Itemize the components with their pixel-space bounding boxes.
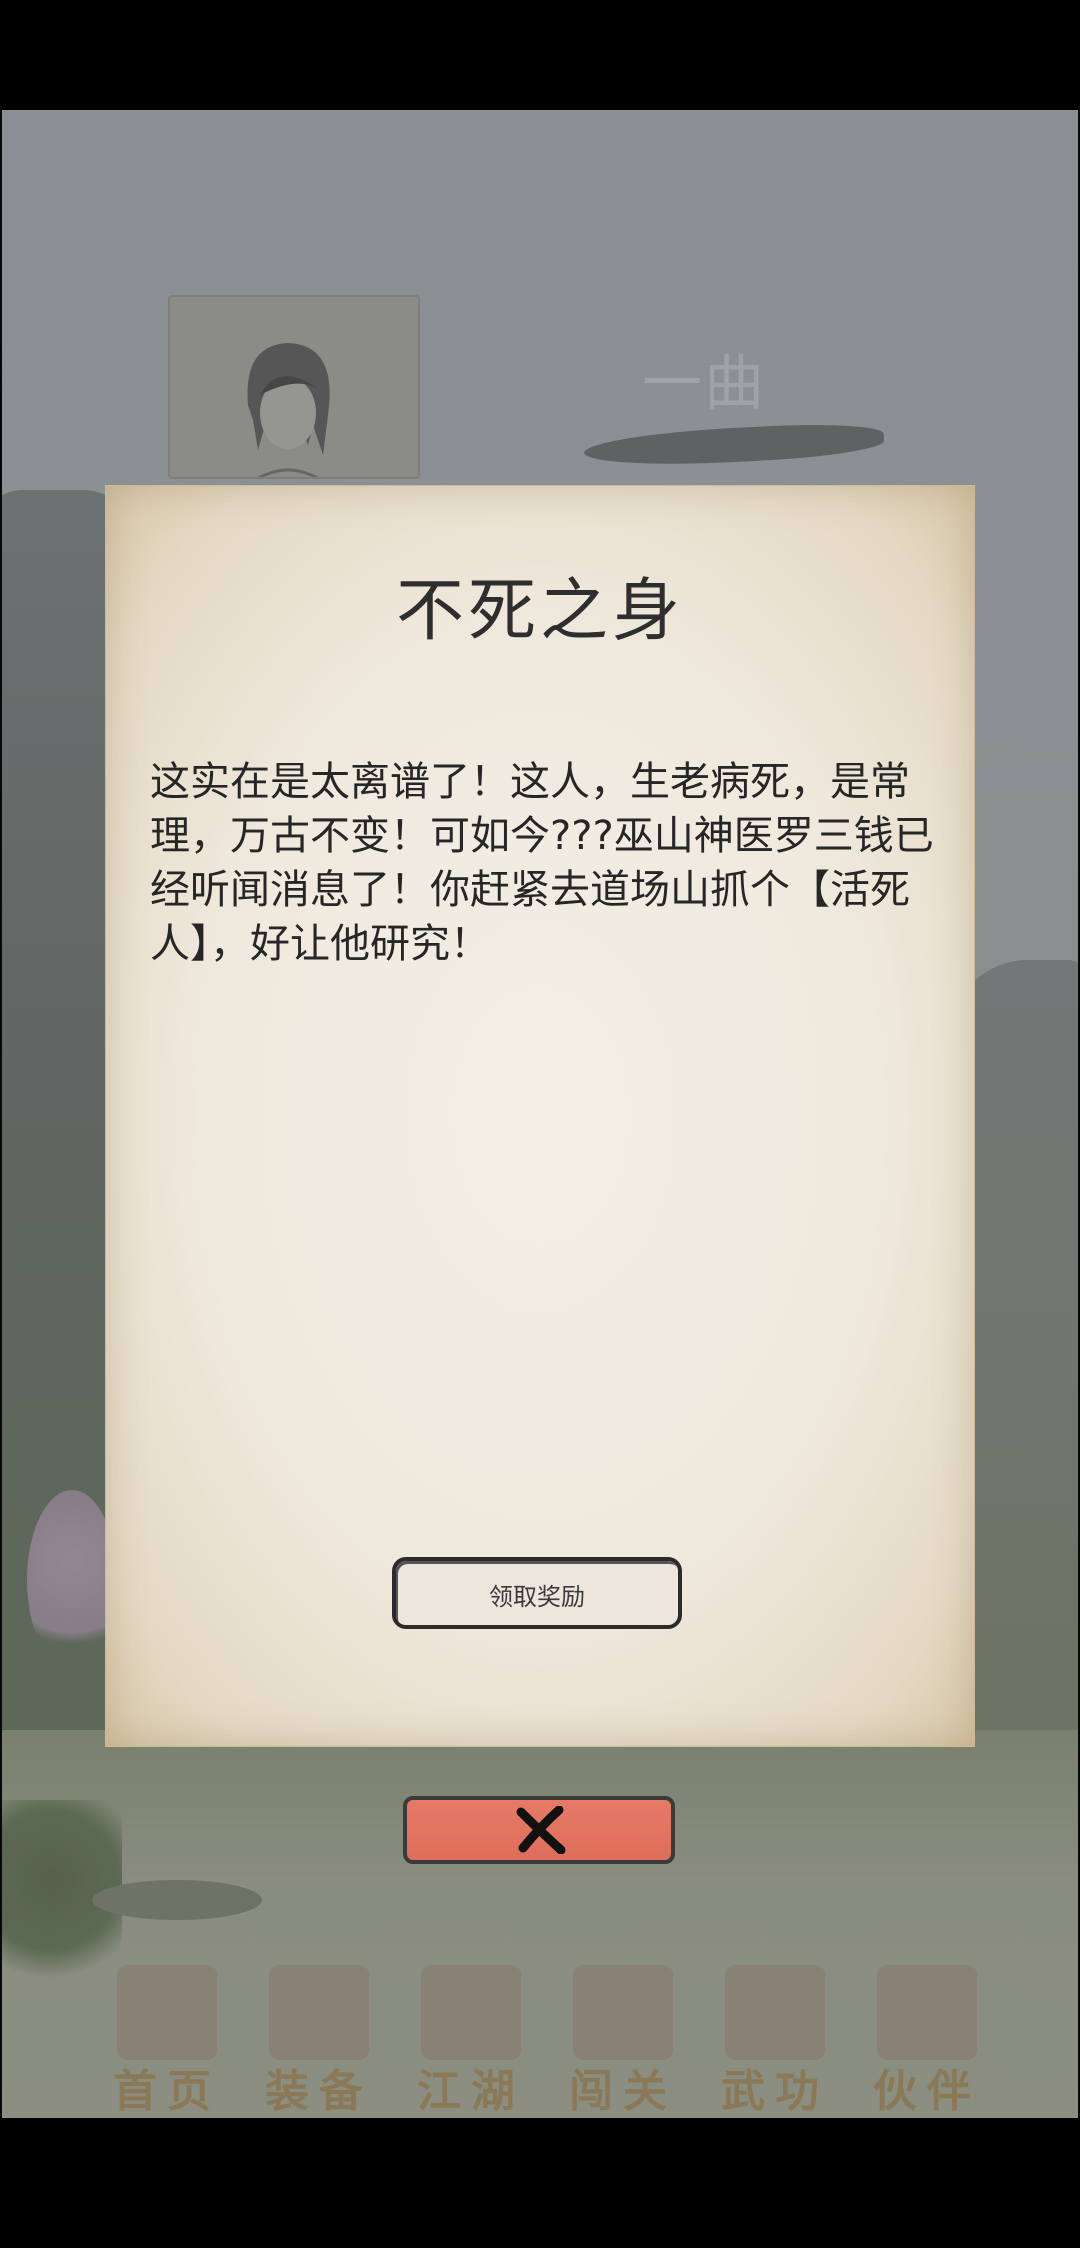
navigation-bar <box>0 2118 1080 2248</box>
dialog-title: 不死之身 <box>395 572 684 651</box>
close-button[interactable] <box>403 1796 675 1864</box>
claim-reward-button[interactable]: 领取奖励 <box>392 1557 682 1629</box>
close-icon <box>516 1806 566 1854</box>
dialog-body: 这实在是太离谱了！这人，生老病死，是常理，万古不变！可如今???巫山神医罗三钱已… <box>150 759 934 967</box>
quest-dialog: 不死之身 这实在是太离谱了！这人，生老病死，是常理，万古不变！可如今???巫山神… <box>105 485 975 1747</box>
status-bar <box>0 0 1080 110</box>
